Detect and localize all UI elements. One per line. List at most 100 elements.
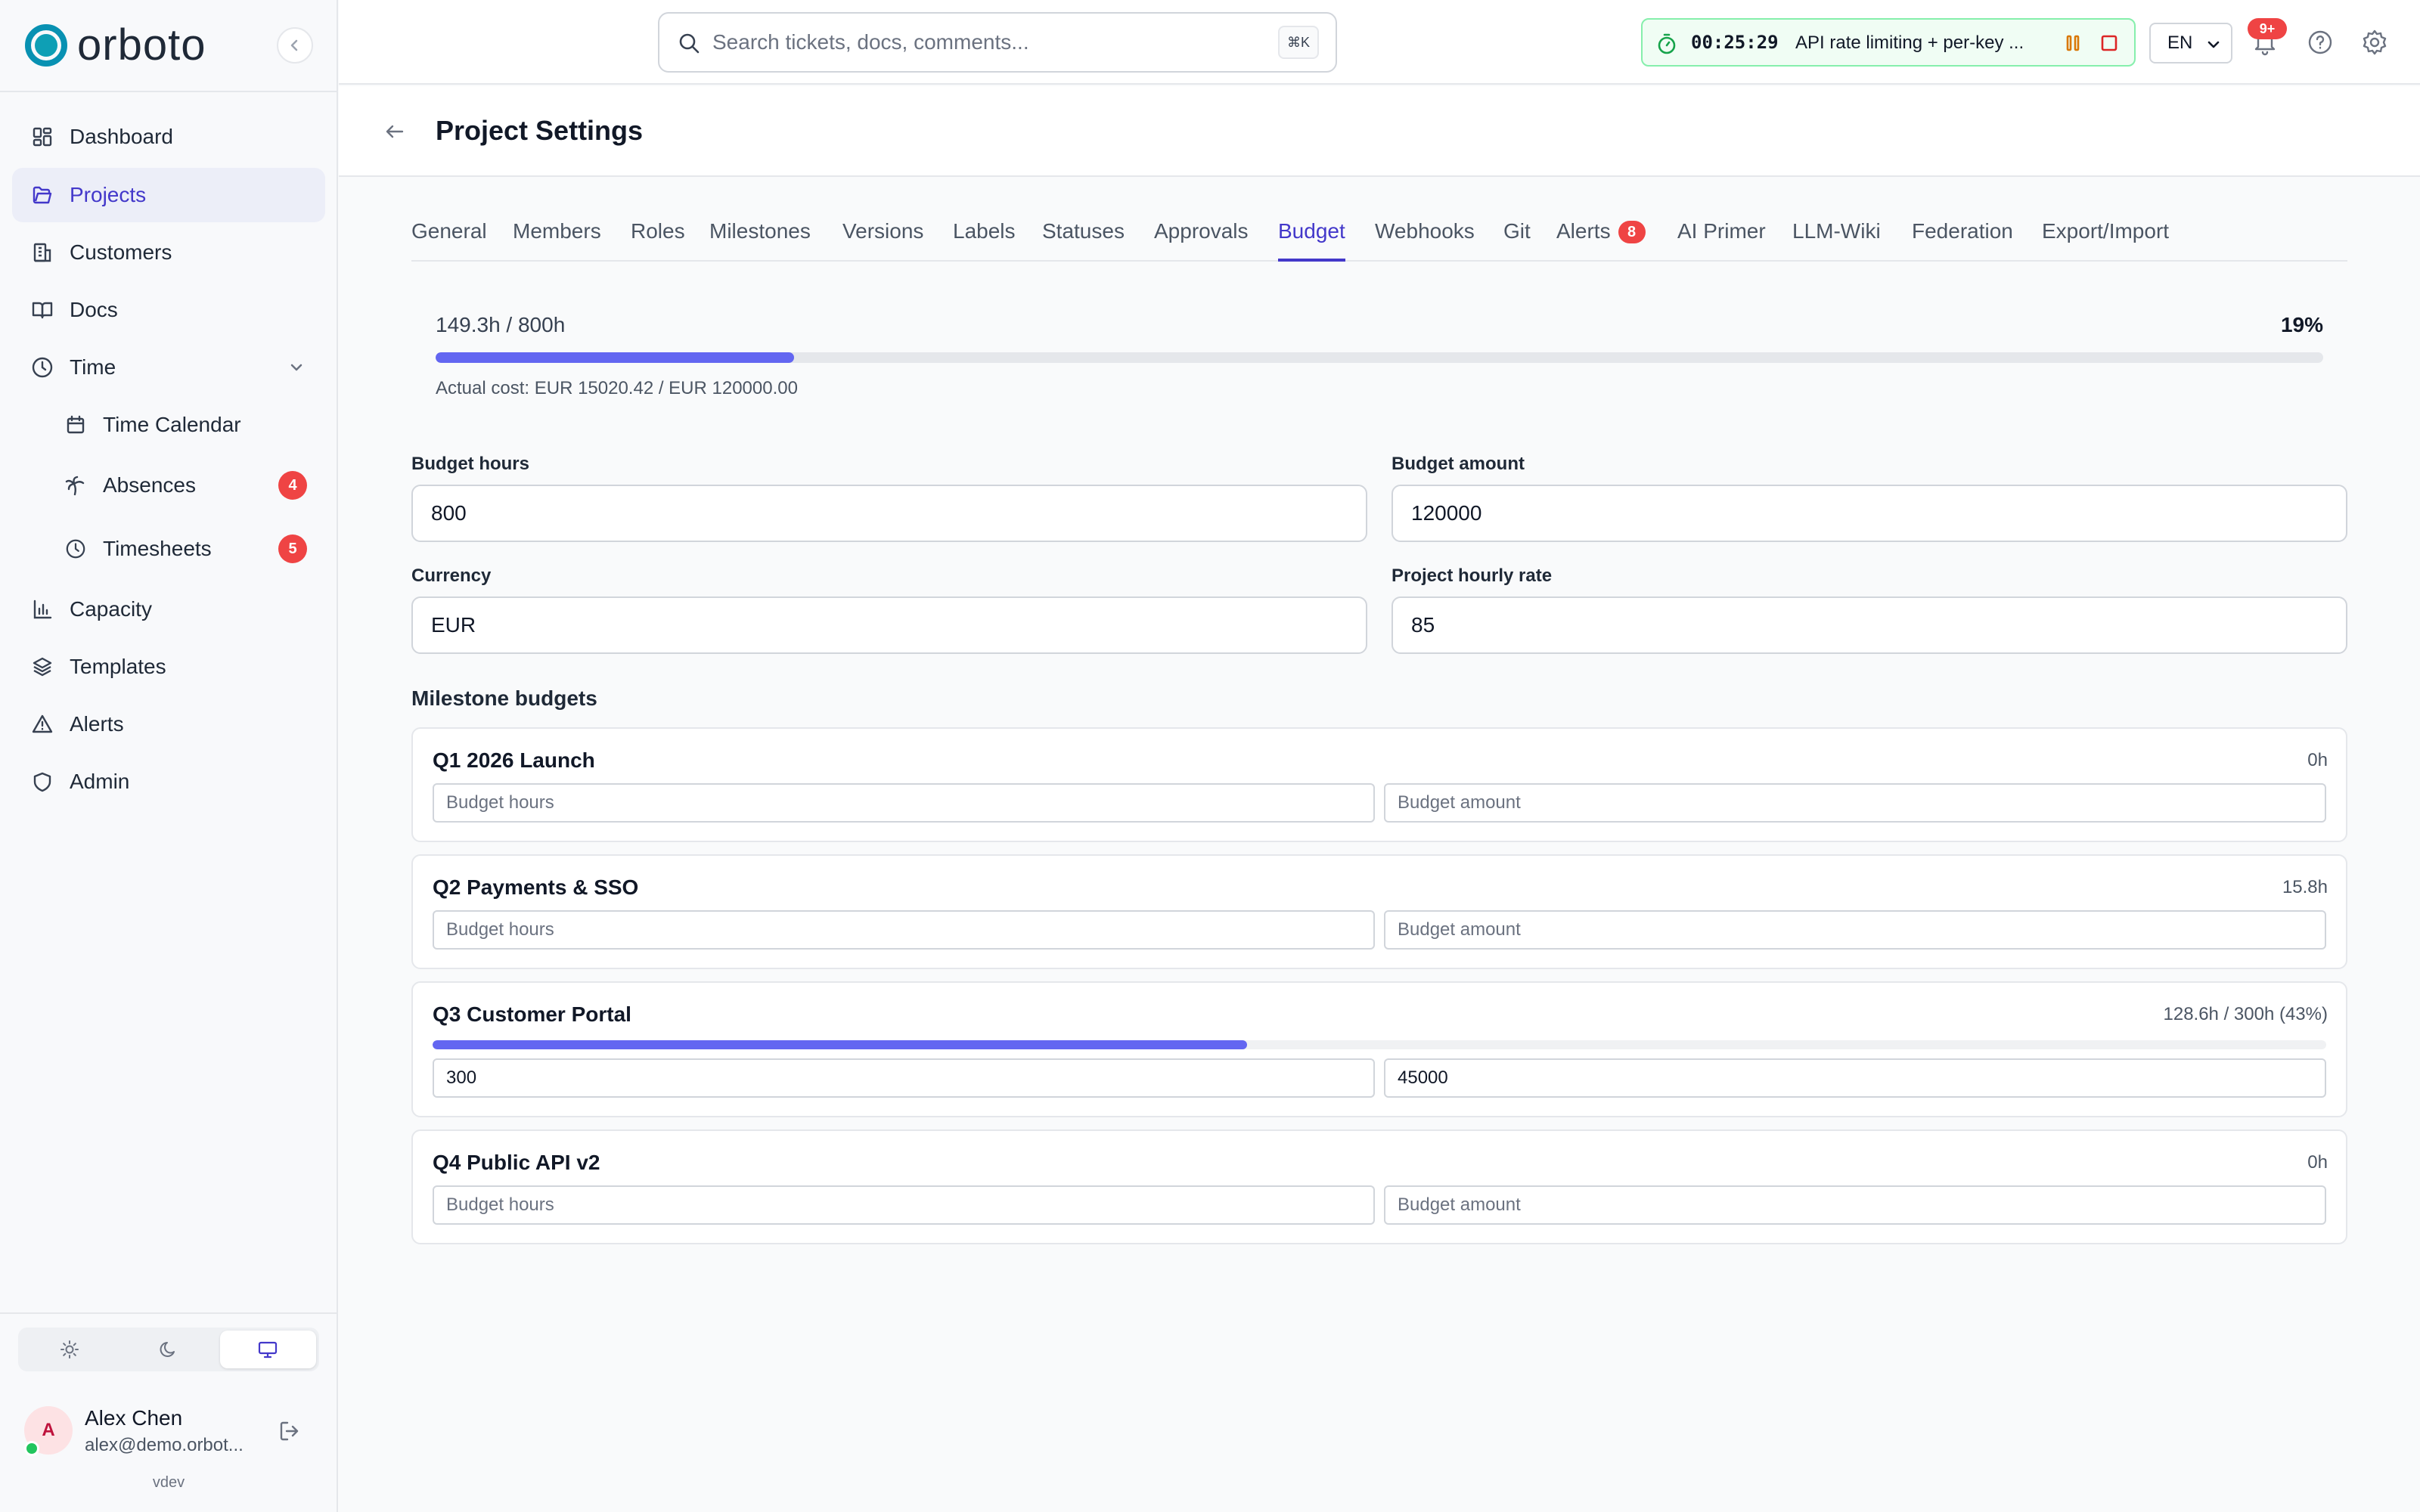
sidebar-item-timesheets[interactable]: Timesheets 5 <box>12 522 325 576</box>
sidebar-item-label: Templates <box>70 655 166 678</box>
tab-label: Approvals <box>1154 219 1249 243</box>
milestone-hours-input[interactable] <box>433 1185 1375 1225</box>
tab-statuses[interactable]: Statuses <box>1042 216 1125 262</box>
sidebar-item-admin[interactable]: Admin <box>12 754 325 809</box>
milestone-name: Q1 2026 Launch <box>433 748 595 772</box>
tab-label: Git <box>1503 219 1531 243</box>
sidebar-item-dashboard[interactable]: Dashboard <box>12 110 325 164</box>
sidebar-item-templates[interactable]: Templates <box>12 640 325 694</box>
tab-label: Members <box>513 219 601 243</box>
milestone-card: Q2 Payments & SSO 15.8h <box>411 854 2347 969</box>
timer-elapsed: 00:25:29 <box>1691 32 1779 53</box>
logout-icon[interactable] <box>277 1418 302 1444</box>
collapse-sidebar-button[interactable] <box>277 27 313 64</box>
sidebar-item-docs[interactable]: Docs <box>12 283 325 337</box>
tab-versions[interactable]: Versions <box>842 216 923 262</box>
stopwatch-icon <box>1658 33 1676 54</box>
search-shortcut-hint: ⌘K <box>1277 26 1319 59</box>
milestone-amount-input[interactable] <box>1384 1058 2326 1098</box>
milestone-hours-input[interactable] <box>433 783 1375 823</box>
milestone-name: Q3 Customer Portal <box>433 1002 631 1026</box>
milestone-name: Q4 Public API v2 <box>433 1151 600 1174</box>
milestone-amount-input[interactable] <box>1384 783 2326 823</box>
sidebar-item-label: Time <box>70 355 116 379</box>
tab-budget[interactable]: Budget <box>1278 216 1345 262</box>
budget-amount-input[interactable] <box>1392 485 2347 542</box>
milestone-name: Q2 Payments & SSO <box>433 875 639 899</box>
timer-task: API rate limiting + per-key ... <box>1795 33 2024 53</box>
search-input[interactable] <box>712 23 1257 62</box>
tab-alerts[interactable]: Alerts 8 <box>1556 216 1646 262</box>
milestone-hours-input[interactable] <box>433 1058 1375 1098</box>
arrow-left-icon[interactable] <box>383 119 407 144</box>
sidebar-item-label: Projects <box>70 183 147 206</box>
folder-icon <box>30 183 54 207</box>
budget-hours-input[interactable] <box>411 485 1367 542</box>
online-status-indicator <box>24 1441 39 1456</box>
milestone-card: Q3 Customer Portal 128.6h / 300h (43%) <box>411 981 2347 1117</box>
chevron-down-icon <box>290 364 302 371</box>
sidebar-item-label: Absences <box>103 473 196 497</box>
tab-approvals[interactable]: Approvals <box>1154 216 1249 262</box>
pause-icon[interactable] <box>2062 32 2084 54</box>
milestone-amount-input[interactable] <box>1384 1185 2326 1225</box>
app-name: orboto <box>77 20 206 70</box>
sidebar-item-customers[interactable]: Customers <box>12 225 325 280</box>
tab-members[interactable]: Members <box>513 216 601 262</box>
timesheets-count-badge: 5 <box>278 534 307 563</box>
tab-milestones[interactable]: Milestones <box>709 216 811 262</box>
tab-export-import[interactable]: Export/Import <box>2042 216 2169 262</box>
sidebar-item-alerts[interactable]: Alerts <box>12 697 325 751</box>
user-profile[interactable]: A Alex Chen alex@demo.orbot... <box>24 1405 319 1461</box>
tab-label: Budget <box>1278 219 1345 243</box>
page-header: Project Settings <box>339 86 2420 177</box>
tab-general[interactable]: General <box>411 216 487 262</box>
active-timer[interactable]: 00:25:29 API rate limiting + per-key ... <box>1641 18 2136 67</box>
budget-progress-bar <box>436 352 2323 363</box>
milestone-hours-input[interactable] <box>433 910 1375 950</box>
tab-labels[interactable]: Labels <box>953 216 1016 262</box>
tab-webhooks[interactable]: Webhooks <box>1375 216 1475 262</box>
theme-system-button[interactable] <box>219 1331 316 1368</box>
sidebar-item-time-calendar[interactable]: Time Calendar <box>12 398 325 452</box>
sidebar-divider <box>0 91 337 92</box>
stop-icon[interactable] <box>2098 32 2121 54</box>
alert-triangle-icon <box>30 712 54 736</box>
theme-light-button[interactable] <box>21 1331 117 1368</box>
sidebar-item-label: Alerts <box>70 712 124 736</box>
sidebar: orboto Dashboard Projects Customers Docs… <box>0 0 338 1512</box>
calendar-icon <box>64 413 88 437</box>
sidebar-item-time[interactable]: Time <box>12 340 325 395</box>
language-selected: EN <box>2167 33 2193 53</box>
tab-llm-wiki[interactable]: LLM-Wiki <box>1792 216 1881 262</box>
tab-federation[interactable]: Federation <box>1912 216 2013 262</box>
milestone-hours-info: 15.8h <box>2282 877 2328 897</box>
sidebar-item-absences[interactable]: Absences 4 <box>12 458 325 513</box>
shield-icon <box>30 770 54 794</box>
notifications-badge: 9+ <box>2248 18 2287 39</box>
milestone-amount-input[interactable] <box>1384 910 2326 950</box>
milestone-progress-bar <box>433 1040 2326 1049</box>
budget-hours-label: Budget hours <box>411 454 529 474</box>
sidebar-item-projects[interactable]: Projects <box>12 168 325 222</box>
tab-label: Alerts <box>1556 219 1611 243</box>
hourly-rate-input[interactable] <box>1392 596 2347 654</box>
moon-icon <box>160 1342 175 1357</box>
logo-mark-icon <box>25 24 67 67</box>
sidebar-footer-divider <box>0 1312 337 1314</box>
tab-roles[interactable]: Roles <box>631 216 685 262</box>
theme-dark-button[interactable] <box>120 1331 216 1368</box>
user-email: alex@demo.orbot... <box>85 1435 244 1455</box>
sidebar-item-label: Time Calendar <box>103 413 241 436</box>
chevron-left-icon <box>290 39 298 51</box>
tab-label: Statuses <box>1042 219 1125 243</box>
gear-icon[interactable] <box>2361 29 2388 56</box>
tab-ai-primer[interactable]: AI Primer <box>1677 216 1766 262</box>
language-select[interactable]: EN <box>2149 23 2232 64</box>
tab-git[interactable]: Git <box>1503 216 1531 262</box>
currency-input[interactable] <box>411 596 1367 654</box>
help-icon[interactable] <box>2307 29 2334 56</box>
sidebar-item-capacity[interactable]: Capacity <box>12 582 325 637</box>
tab-label: General <box>411 219 487 243</box>
app-logo[interactable]: orboto <box>24 23 206 68</box>
